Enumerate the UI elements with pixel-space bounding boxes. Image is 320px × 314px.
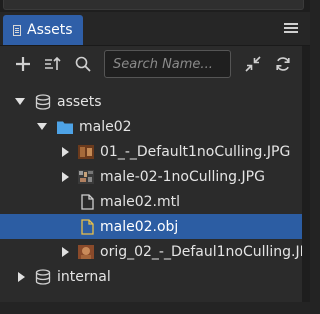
tree-row-file3[interactable]: male02.mtl xyxy=(0,189,302,214)
vertical-scrollbar[interactable] xyxy=(302,46,310,314)
tree-row-internal[interactable]: internal xyxy=(0,264,302,289)
collapsed-arrow-icon[interactable] xyxy=(17,271,27,282)
file-icon xyxy=(79,193,95,210)
tree-row-file2[interactable]: male-02-1noCulling.JPG xyxy=(0,164,302,189)
tree-label-file3: male02.mtl xyxy=(100,193,181,210)
document-icon xyxy=(13,24,21,36)
image-thumbnail-icon xyxy=(78,169,94,185)
tree-row-file5[interactable]: orig_02_-_Defaul1noCulling.JPG xyxy=(0,239,302,264)
search-icon[interactable] xyxy=(73,54,93,74)
panel-top-strip xyxy=(0,0,310,12)
database-icon xyxy=(35,93,51,110)
tab-assets[interactable]: Assets xyxy=(3,15,83,45)
tree-label-file1: 01_-_Default1noCulling.JPG xyxy=(100,143,291,160)
collapse-icon[interactable] xyxy=(243,54,263,74)
sort-icon[interactable] xyxy=(43,54,63,74)
tree-label-male02: male02 xyxy=(79,118,132,135)
refresh-icon[interactable] xyxy=(273,54,293,74)
panel-bottom-strip xyxy=(0,302,310,314)
tree-row-file4[interactable]: male02.obj xyxy=(0,214,302,239)
tab-assets-label: Assets xyxy=(27,22,73,38)
search-input[interactable] xyxy=(105,51,230,77)
add-icon[interactable] xyxy=(13,54,33,74)
tree-label-internal: internal xyxy=(57,268,111,285)
tree-label-assets: assets xyxy=(57,93,102,110)
tree-label-file2: male-02-1noCulling.JPG xyxy=(100,168,265,185)
tree-label-file5: orig_02_-_Defaul1noCulling.JPG xyxy=(100,243,302,260)
image-thumbnail-icon xyxy=(78,244,94,260)
folder-icon xyxy=(57,119,73,135)
tab-bar: Assets xyxy=(0,12,310,46)
collapsed-arrow-icon[interactable] xyxy=(61,171,71,182)
tree-row-file1[interactable]: 01_-_Default1noCulling.JPG xyxy=(0,139,302,164)
tree-row-male02[interactable]: male02 xyxy=(0,114,302,139)
collapsed-arrow-icon[interactable] xyxy=(61,246,71,257)
panel-menu-icon[interactable] xyxy=(284,21,298,35)
toolbar xyxy=(0,46,310,82)
tree-label-file4: male02.obj xyxy=(100,218,179,235)
panel-notch xyxy=(3,0,304,10)
collapsed-arrow-icon[interactable] xyxy=(61,146,71,157)
assets-panel: Assets Search Name... assets male02 01_-… xyxy=(0,0,310,314)
tree-row-assets[interactable]: assets xyxy=(0,89,302,114)
database-icon xyxy=(35,268,51,285)
expanded-arrow-icon[interactable] xyxy=(15,97,25,107)
search-field[interactable] xyxy=(104,50,231,78)
file-icon xyxy=(79,218,95,235)
image-thumbnail-icon xyxy=(78,144,94,160)
expanded-arrow-icon[interactable] xyxy=(37,122,47,132)
